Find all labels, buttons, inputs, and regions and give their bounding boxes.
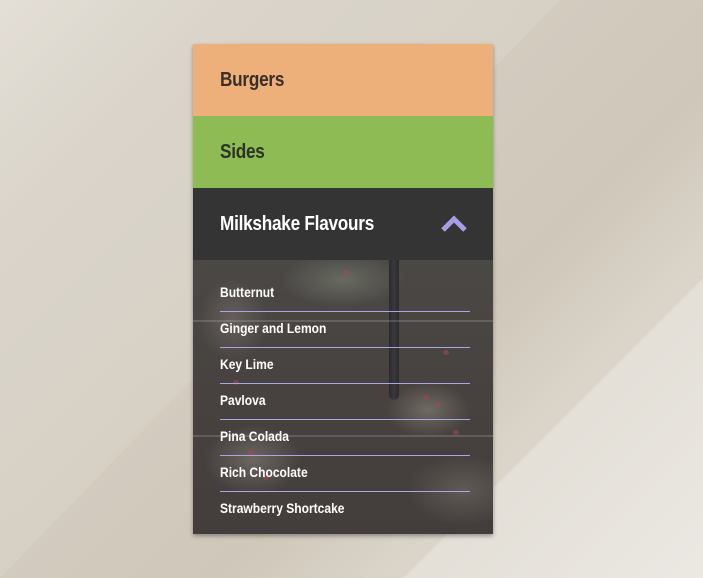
list-item[interactable]: Strawberry Shortcake <box>220 492 470 528</box>
flavour-label: Butternut <box>220 283 275 300</box>
accordion-title-burgers: Burgers <box>220 68 285 91</box>
list-item[interactable]: Ginger and Lemon <box>220 312 470 348</box>
flavour-label: Strawberry Shortcake <box>220 500 345 516</box>
flavour-list: Butternut Ginger and Lemon Key Lime Pavl… <box>220 276 470 528</box>
milkshake-flavours-panel: Butternut Ginger and Lemon Key Lime Pavl… <box>193 260 493 534</box>
flavour-label: Rich Chocolate <box>220 463 308 480</box>
accordion-title-sides: Sides <box>220 140 265 163</box>
accordion-title-milkshake-flavours: Milkshake Flavours <box>220 212 375 235</box>
flavour-label: Pavlova <box>220 391 266 408</box>
list-item[interactable]: Rich Chocolate <box>220 456 470 492</box>
list-item[interactable]: Butternut <box>220 276 470 312</box>
flavour-label: Pina Colada <box>220 427 289 444</box>
list-item[interactable]: Pina Colada <box>220 420 470 456</box>
chevron-up-icon[interactable] <box>440 215 468 233</box>
list-item[interactable]: Key Lime <box>220 348 470 384</box>
accordion-header-burgers[interactable]: Burgers <box>193 44 493 116</box>
accordion-header-sides[interactable]: Sides <box>193 116 493 188</box>
list-item[interactable]: Pavlova <box>220 384 470 420</box>
flavour-label: Key Lime <box>220 355 274 372</box>
accordion-header-milkshake-flavours[interactable]: Milkshake Flavours <box>193 188 493 260</box>
menu-accordion: Burgers Sides Milkshake Flavours Buttern… <box>193 44 493 534</box>
flavour-label: Ginger and Lemon <box>220 319 327 336</box>
